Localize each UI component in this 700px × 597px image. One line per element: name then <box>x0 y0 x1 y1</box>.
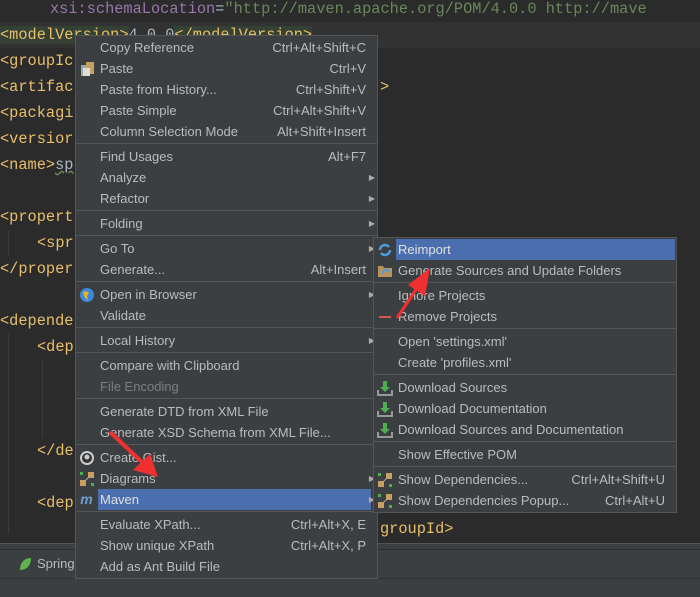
annotation-arrows <box>108 268 430 477</box>
red-arrow-maven <box>108 430 158 477</box>
red-arrow-reimport <box>395 268 430 319</box>
